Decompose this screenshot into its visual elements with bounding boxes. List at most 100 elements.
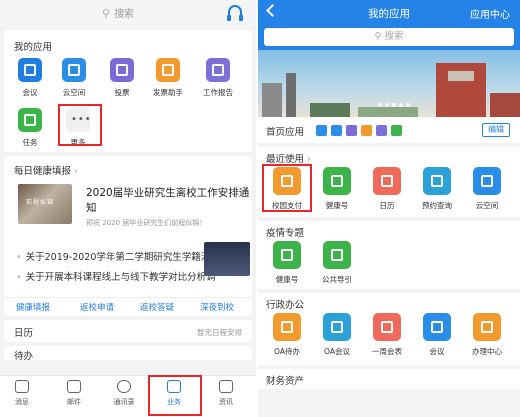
quick-links: 健康填报 返校申请 返校答疑 深夜到校 [4,297,252,313]
nav-news[interactable]: 资讯 [206,380,246,407]
header-bar: 我的应用 应用中心 [258,0,520,26]
app-video-camera[interactable]: 会议 [8,58,52,98]
news-item-1[interactable]: 关于2019-2020学年第二学期研究生学籍注册... [16,249,216,263]
link-late-arrival[interactable]: 深夜到校 [200,301,234,313]
carousel-dots[interactable] [378,92,413,111]
news-icon [219,380,233,393]
message-icon [15,380,29,393]
campus-banner[interactable] [258,50,520,117]
app-invoice[interactable]: 发票助手 [146,58,190,98]
calendar-status: 暂无日程安排 [197,328,242,337]
app-label: 预约查询 [422,201,452,210]
section-title: 疫情专题 [266,228,305,239]
link-health-report[interactable]: 健康填报 [16,301,50,313]
app-label: 校园支付 [272,201,302,210]
building-image [490,93,520,117]
tree-image [310,103,350,117]
wallet-icon [273,167,301,195]
news-subline: 预祝 2020 届毕业研究生们前程似锦！ [86,219,207,227]
app-label: 云空间 [475,201,499,210]
app-label: OA待办 [274,347,300,356]
nav-contacts[interactable]: 通讯录 [104,380,144,407]
app-video-camera[interactable]: 会议 [412,313,462,357]
app-cube[interactable]: 云空间 [52,58,96,98]
section-title[interactable]: 最近使用 › [266,151,311,165]
headset-icon[interactable] [227,5,243,21]
app-briefcase[interactable]: 办理中心 [462,313,512,357]
building-icon [373,313,401,341]
mail-icon [67,380,81,393]
chevron-right-icon: › [74,166,78,177]
search-placeholder: 搜索 [114,9,135,20]
news-headline[interactable]: 2020届毕业研究生离校工作安排通知 [86,186,252,216]
section-admin: 行政办公 OA待办 OA会议 一周会表 会议 办理中心 [258,293,520,365]
app-label: 任务 [22,138,38,147]
app-label: 一周会表 [372,347,402,356]
video-camera-icon [18,58,42,82]
chevron-right-icon: › [307,154,311,165]
app-vote[interactable]: 投票 [100,58,144,98]
app-search-doc[interactable]: 预约查询 [412,167,462,211]
home-app-mini-icon [376,125,387,136]
vote-icon [110,58,134,82]
app-label: 健康号 [275,275,299,284]
nav-label: 通讯录 [113,398,135,406]
leaf-icon [273,241,301,269]
edit-button[interactable]: 编辑 [482,123,510,137]
building-image [286,73,296,117]
app-guide[interactable]: 公共导引 [312,241,362,285]
app-leaf[interactable]: 健康号 [312,167,362,211]
nav-label: 邮件 [67,398,81,406]
more-icon: ••• [66,108,91,132]
section-title: 财务资产 [266,376,305,387]
nav-business[interactable]: 业务 [154,380,194,407]
link-return-apply[interactable]: 返校申请 [80,301,114,313]
home-apps-label: 首页应用 [266,127,305,138]
home-app-mini-icon [361,125,372,136]
building-roof-image [448,71,474,81]
search-icon: ⚲ [374,31,385,42]
app-cube[interactable]: 云空间 [462,167,512,211]
app-grid[interactable]: OA会议 [312,313,362,357]
calendar-row[interactable]: 日历 暂无日程安排 [4,320,252,342]
search-area: ⚲ 搜索 [258,26,520,50]
thumbnail-caption: 前程似锦 [26,199,55,206]
app-building[interactable]: 一周会表 [362,313,412,357]
search-bar[interactable]: ⚲ 搜索 [102,5,134,20]
news-item-2[interactable]: 关于开展本科课程线上与线下教学对比分析调... [16,269,216,283]
business-icon [167,380,181,393]
search-input[interactable]: ⚲ 搜索 [264,28,514,46]
app-leaf[interactable]: 健康号 [262,241,312,285]
home-app-mini-icon [331,125,342,136]
app-label: 投票 [114,88,130,97]
app-more[interactable]: ••• 更多 [56,108,100,148]
nav-label: 消息 [15,398,29,406]
app-label: 健康号 [325,201,349,210]
app-center-link[interactable]: 应用中心 [470,6,510,21]
app-label: 工作报告 [203,88,233,97]
health-title[interactable]: 每日健康填报 › [4,156,252,177]
todo-row[interactable]: 待办 [4,346,252,362]
right-screen: 我的应用 应用中心 ⚲ 搜索 首页应用 编辑 最近使用 › 校园支付 健康号 日历预… [258,0,520,417]
app-label: 发票助手 [153,88,183,97]
news-thumbnail[interactable]: 前程似锦 [18,184,72,224]
link-return-qa[interactable]: 返校答疑 [140,301,174,313]
section-title: 行政办公 [266,300,305,311]
app-calendar[interactable]: 日历 [362,167,412,211]
grid-icon [323,313,351,341]
nav-label: 业务 [167,398,181,406]
app-wallet[interactable]: 校园支付 [262,167,312,211]
todo-title: 待办 [14,351,34,362]
section-epidemic: 疫情专题 健康号 公共导引 [258,221,520,289]
app-shield-check[interactable]: 任务 [8,108,52,148]
report-icon [206,58,230,82]
app-user-task[interactable]: OA待办 [262,313,312,357]
app-report[interactable]: 工作报告 [196,58,240,98]
user-task-icon [273,313,301,341]
section-recent: 最近使用 › 校园支付 健康号 日历 预约查询 云空间 [258,147,520,217]
my-apps-card: 我的应用 会议 云空间 投票 发票助手 工作报告 任务 ••• 更多 [4,30,252,152]
search-icon: ⚲ [102,7,111,20]
app-label: 云空间 [62,88,86,97]
nav-mail[interactable]: 邮件 [54,380,94,407]
nav-messages[interactable]: 消息 [2,380,42,407]
